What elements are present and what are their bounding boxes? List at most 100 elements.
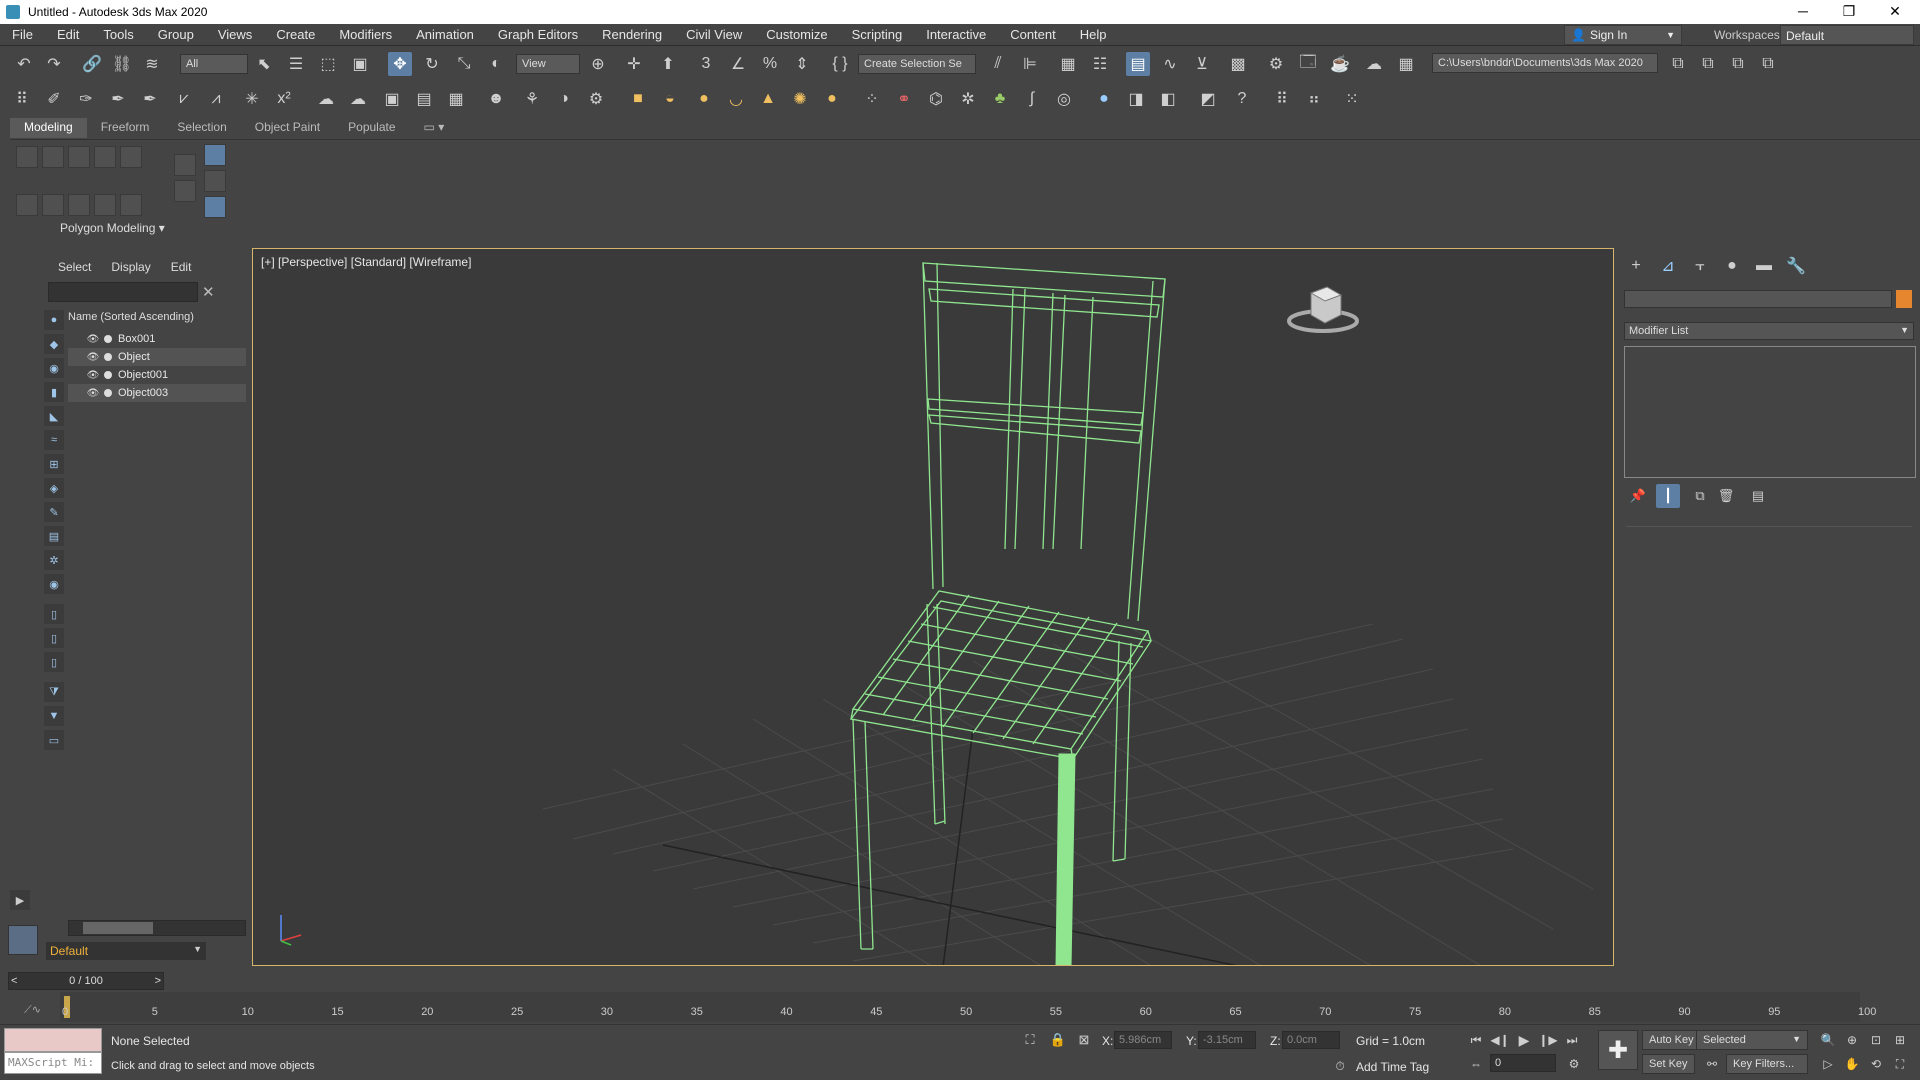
sign-in-button[interactable]: 👤 Sign In ▼ <box>1564 25 1682 45</box>
pan-view-icon[interactable]: ✋ <box>1840 1052 1864 1076</box>
minimize-button[interactable]: ─ <box>1780 0 1826 24</box>
ribbon-options-icon[interactable]: ▭ ▾ <box>410 118 459 138</box>
polygon-modeling-label[interactable]: Polygon Modeling ▾ <box>60 221 165 235</box>
display-tab-icon[interactable]: ▬ <box>1752 254 1776 278</box>
expand-panel-icon[interactable]: ▶ <box>10 890 30 910</box>
angle-snap-icon[interactable]: ∠ <box>726 52 750 76</box>
view-cube[interactable] <box>1283 277 1363 337</box>
redo-icon[interactable]: ↷ <box>42 52 66 76</box>
scene-explorer-icon[interactable]: ▦ <box>1056 52 1080 76</box>
ignore-backfacing-icon[interactable] <box>42 194 64 216</box>
add-time-tag[interactable]: Add Time Tag <box>1356 1060 1429 1074</box>
time-slider[interactable]: < 0 / 100 > <box>8 972 164 990</box>
menu-scripting[interactable]: Scripting <box>840 27 915 42</box>
menu-help[interactable]: Help <box>1068 27 1119 42</box>
bowl-primitive-icon[interactable]: ◡ <box>724 87 748 111</box>
play-icon[interactable]: ▶ <box>1512 1028 1536 1052</box>
snap-grid-icon[interactable]: ⠿ <box>10 87 34 111</box>
configure-modifier-sets-icon[interactable]: ▤ <box>1746 484 1770 508</box>
display-spacewarps-icon[interactable]: ⊞ <box>44 454 64 474</box>
expression-icon[interactable]: x² <box>272 87 296 111</box>
tab-freeform[interactable]: Freeform <box>87 118 164 138</box>
border-icon[interactable] <box>68 146 90 168</box>
zoom-icon[interactable]: 🔍 <box>1816 1028 1840 1052</box>
undo-icon[interactable]: ↶ <box>12 52 36 76</box>
freeze-dot-icon[interactable] <box>104 335 112 343</box>
cloth-icon[interactable]: ☁ <box>314 87 338 111</box>
explorer-tab-select[interactable]: Select <box>58 260 91 274</box>
massfx-icon[interactable]: ◑ <box>552 87 576 111</box>
object-color-swatch[interactable] <box>1896 290 1912 308</box>
motion-tab-icon[interactable]: ● <box>1720 254 1744 278</box>
align-grid-icon[interactable]: ⠶ <box>1302 87 1326 111</box>
reference-coordinate-dropdown[interactable]: View <box>516 54 580 74</box>
molecule-icon[interactable]: ✲ <box>956 87 980 111</box>
align-icon[interactable]: ⊫ <box>1018 52 1042 76</box>
tab-selection[interactable]: Selection <box>163 118 240 138</box>
eye-icon[interactable]: 👁 <box>86 352 100 363</box>
workspaces-select[interactable]: Default <box>1780 25 1914 45</box>
shell-icon[interactable]: ◎ <box>1052 87 1076 111</box>
snap-dots-icon[interactable]: ⁙ <box>1340 87 1364 111</box>
display-cameras-icon[interactable]: ▮ <box>44 382 64 402</box>
calculator-icon[interactable]: ▤ <box>412 87 436 111</box>
display-frozen-icon[interactable]: ◉ <box>44 574 64 594</box>
key-mode-icon[interactable]: ⇔ <box>1464 1052 1488 1076</box>
field-of-view-icon[interactable]: ▷ <box>1816 1052 1840 1076</box>
x-coordinate-field[interactable]: 5.986cm <box>1114 1031 1172 1049</box>
scatter-icon[interactable]: ⁘ <box>860 87 884 111</box>
snaps-toggle-icon[interactable]: 3 <box>694 52 718 76</box>
schematic-view-icon[interactable]: ⊻ <box>1190 52 1214 76</box>
connect-icon[interactable]: ⚭ <box>892 87 916 111</box>
ik-solver-icon[interactable]: ✑ <box>74 87 98 111</box>
sun-light-icon[interactable]: ✺ <box>788 87 812 111</box>
tab-modeling[interactable]: Modeling <box>10 118 87 138</box>
auto-key-button[interactable]: Auto Key <box>1642 1030 1701 1050</box>
batch-render-icon[interactable]: ◩ <box>1196 87 1220 111</box>
display-helpers-icon[interactable]: ≈ <box>44 430 64 450</box>
hair-icon[interactable]: ∫ <box>1020 87 1044 111</box>
list-item[interactable]: 👁 Object003 <box>68 384 246 402</box>
orbit-icon[interactable]: ⟲ <box>1864 1052 1888 1076</box>
spinner-snap-icon[interactable]: ⇕ <box>790 52 814 76</box>
table-icon[interactable]: ▦ <box>444 87 468 111</box>
dynamics-icon[interactable]: ⚘ <box>520 87 544 111</box>
folder-icon[interactable]: ▭ <box>44 730 64 750</box>
window-crossing-icon[interactable]: ▣ <box>348 52 372 76</box>
vertex-icon[interactable] <box>16 146 38 168</box>
object-name-field[interactable] <box>1624 290 1892 308</box>
render-frame-icon[interactable]: ◧ <box>1156 87 1180 111</box>
next-frame-icon[interactable]: > <box>155 973 161 989</box>
menu-civil-view[interactable]: Civil View <box>674 27 754 42</box>
explorer-tab-edit[interactable]: Edit <box>171 260 192 274</box>
pin-stack-icon[interactable]: 📌 <box>1626 484 1650 508</box>
bind-space-warp-icon[interactable]: ≋ <box>140 52 164 76</box>
gears-icon[interactable]: ⚙ <box>584 87 608 111</box>
menu-edit[interactable]: Edit <box>45 27 91 42</box>
display-dependents-icon[interactable]: ▯ <box>44 652 64 672</box>
maxscript-input[interactable]: MAXScript Mi: <box>4 1052 102 1074</box>
edit-named-selection-icon[interactable]: { } <box>828 52 852 76</box>
character-icon[interactable]: ☻ <box>484 87 508 111</box>
current-frame-field[interactable]: 0 <box>1490 1054 1556 1072</box>
material-sphere-icon[interactable]: ● <box>1092 87 1116 111</box>
rendered-frame-window-icon[interactable]: 🗔 <box>1296 52 1320 76</box>
eye-icon[interactable]: 👁 <box>86 370 100 381</box>
display-none-icon[interactable]: ● <box>44 310 64 330</box>
toggle-command-icon[interactable] <box>120 194 142 216</box>
select-and-rotate-icon[interactable]: ↻ <box>420 52 444 76</box>
make-unique-icon[interactable]: ⧉ <box>1688 484 1712 508</box>
select-object-icon[interactable]: ⬉ <box>252 52 276 76</box>
zoom-all-icon[interactable]: ⊕ <box>1840 1028 1864 1052</box>
set-project-folder-icon[interactable]: ⧉ <box>1756 52 1780 76</box>
menu-graph-editors[interactable]: Graph Editors <box>486 27 590 42</box>
selection-filter-dropdown[interactable]: All <box>180 54 248 74</box>
display-children-icon[interactable]: ▯ <box>44 604 64 624</box>
explorer-column-header[interactable]: Name (Sorted Ascending) <box>68 311 246 327</box>
keyboard-shortcut-icon[interactable]: ⬆ <box>656 52 680 76</box>
maximize-viewport-icon[interactable]: ⛶ <box>1888 1052 1912 1076</box>
element-icon[interactable] <box>120 146 142 168</box>
edge-icon[interactable] <box>42 146 64 168</box>
select-and-place-icon[interactable]: ◐ <box>484 52 508 76</box>
particle-flow-icon[interactable]: ✳ <box>240 87 264 111</box>
